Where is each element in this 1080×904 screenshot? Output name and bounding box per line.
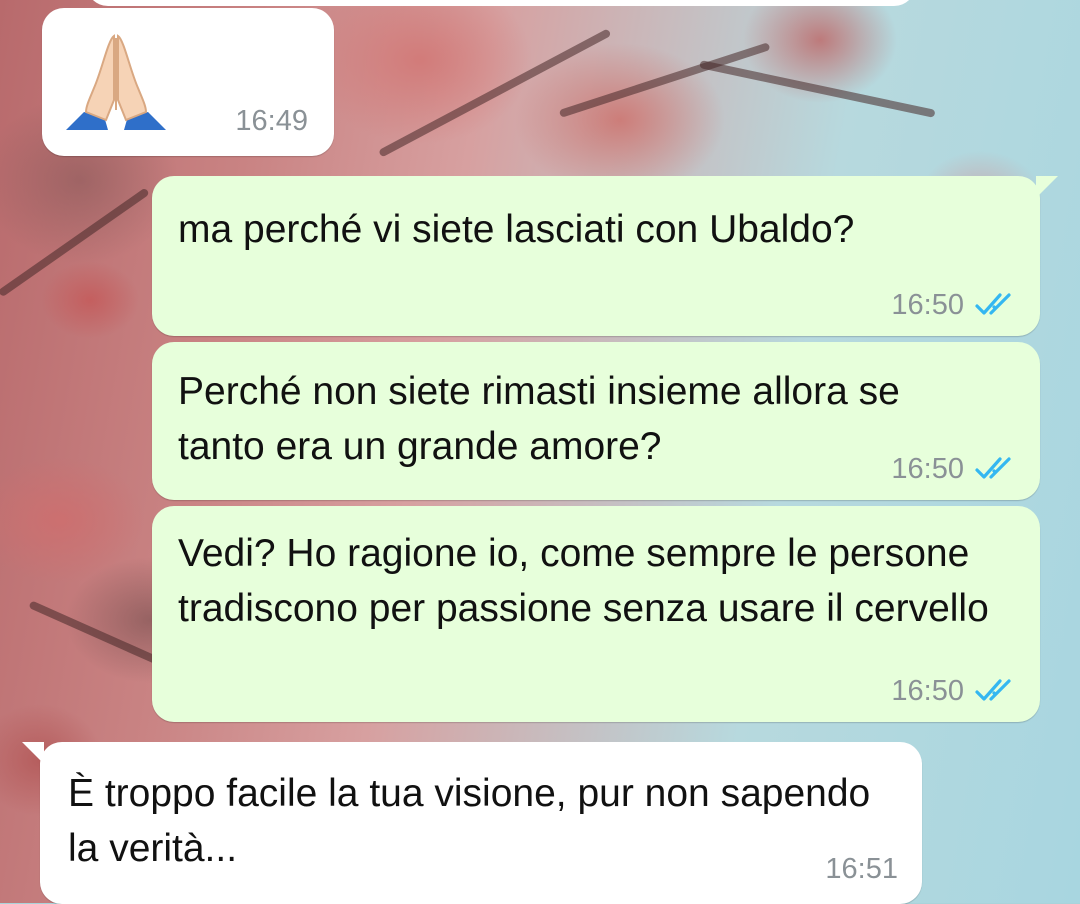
message-time: 16:49 [235,105,308,137]
message-time: 16:50 [891,675,964,707]
double-check-read-icon [974,455,1018,483]
previous-message-edge [86,0,916,6]
message-text: Perché non siete rimasti insieme allora … [178,370,911,468]
message-meta: 16:50 [891,452,1018,486]
folded-hands-emoji-icon [64,30,168,149]
message-text: Vedi? Ho ragione io, come sempre le pers… [178,532,989,630]
double-check-read-icon [974,291,1018,319]
double-check-read-icon [974,677,1018,705]
message-time: 16:51 [825,853,898,885]
bubble-tail [22,742,44,764]
message-bubble-incoming[interactable]: È troppo facile la tua visione, pur non … [22,742,922,904]
message-time: 16:50 [891,289,964,321]
message-bubble-outgoing[interactable]: Perché non siete rimasti insieme allora … [152,342,1040,500]
message-bubble-outgoing[interactable]: ma perché vi siete lasciati con Ubaldo? … [152,176,1058,336]
message-meta: 16:49 [235,104,308,138]
message-text: ma perché vi siete lasciati con Ubaldo? [178,208,855,251]
message-meta: 16:51 [825,852,898,886]
message-time: 16:50 [891,453,964,485]
message-text: È troppo facile la tua visione, pur non … [68,772,882,870]
message-meta: 16:50 [891,288,1018,322]
message-bubble-incoming[interactable]: 16:49 [42,8,334,156]
bubble-tail [1036,176,1058,198]
message-meta: 16:50 [891,674,1018,708]
message-bubble-outgoing[interactable]: Vedi? Ho ragione io, come sempre le pers… [152,506,1040,722]
